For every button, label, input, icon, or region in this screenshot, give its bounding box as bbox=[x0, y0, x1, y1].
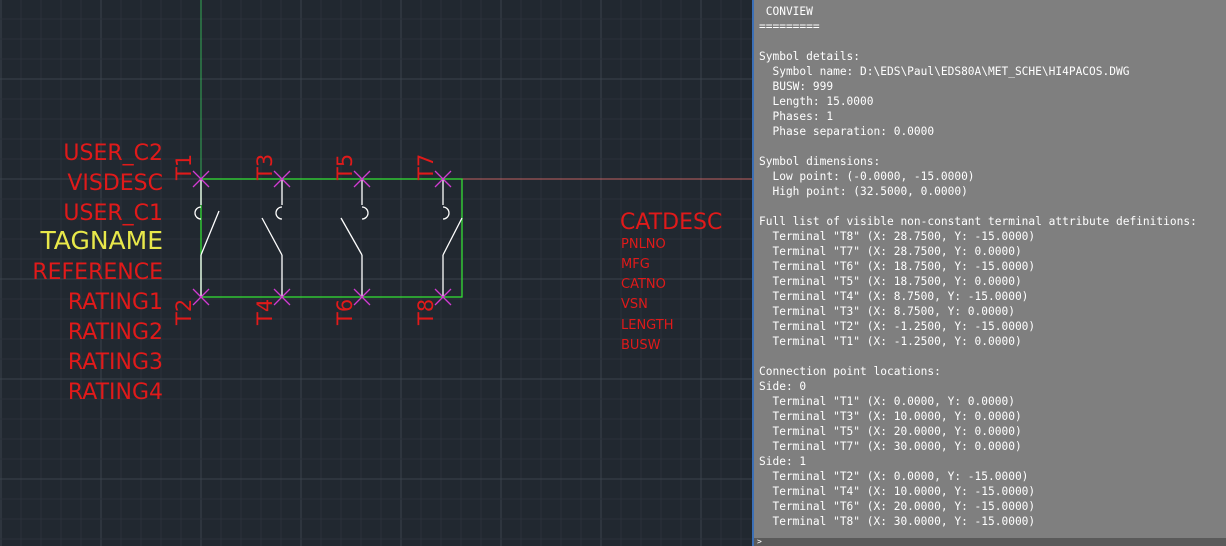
command-output-line: Terminal "T3" (X: 8.7500, Y: 0.0000) bbox=[759, 305, 1015, 318]
command-output-line: Terminal "T7" (X: 30.0000, Y: 0.0000) bbox=[759, 440, 1022, 453]
command-output-line: Symbol details: bbox=[759, 50, 861, 63]
attr-pnlno: PNLNO bbox=[621, 237, 666, 252]
terminal-label-t7: T7 bbox=[414, 154, 438, 181]
attr-busw: BUSW bbox=[621, 338, 661, 353]
attr-rating3: RATING3 bbox=[68, 350, 163, 375]
command-output-line: Terminal "T2" (X: 0.0000, Y: -15.0000) bbox=[759, 470, 1029, 483]
command-output-line: Terminal "T5" (X: 18.7500, Y: 0.0000) bbox=[759, 275, 1022, 288]
attr-rating4: RATING4 bbox=[68, 380, 163, 405]
command-output-line: High point: (32.5000, 0.0000) bbox=[759, 185, 968, 198]
command-output-line: Length: 15.0000 bbox=[759, 95, 874, 108]
attr-catdesc: CATDESC bbox=[620, 210, 722, 235]
attr-length: LENGTH bbox=[621, 318, 674, 333]
command-output-line: Phases: 1 bbox=[759, 110, 834, 123]
command-output-line: BUSW: 999 bbox=[759, 80, 834, 93]
command-output-line: Terminal "T3" (X: 10.0000, Y: 0.0000) bbox=[759, 410, 1022, 423]
terminal-label-t3: T3 bbox=[253, 154, 277, 181]
attr-mfg: MFG bbox=[621, 257, 650, 272]
command-output-line: Full list of visible non-constant termin… bbox=[759, 215, 1197, 228]
command-output-line bbox=[759, 349, 1224, 364]
command-output-line: Terminal "T6" (X: 18.7500, Y: -15.0000) bbox=[759, 260, 1036, 273]
attr-vsn: VSN bbox=[621, 297, 648, 312]
command-output-line: Side: 1 bbox=[759, 455, 807, 468]
command-output-line: Terminal "T8" (X: 28.7500, Y: -15.0000) bbox=[759, 230, 1036, 243]
command-line-bar[interactable]: > bbox=[754, 538, 1226, 546]
left-attribute-stack: USER_C2 VISDESC USER_C1 TAGNAME REFERENC… bbox=[32, 141, 163, 405]
cad-application: T1 T3 T5 T7 T2 T4 T6 T8 USER_C2 VISDESC … bbox=[0, 0, 1226, 546]
command-output-line: Terminal "T5" (X: 20.0000, Y: 0.0000) bbox=[759, 425, 1022, 438]
attr-user-c1: USER_C1 bbox=[63, 201, 163, 226]
attr-reference: REFERENCE bbox=[32, 260, 163, 285]
command-output-line: Low point: (-0.0000, -15.0000) bbox=[759, 170, 975, 183]
attr-catno: CATNO bbox=[621, 277, 666, 292]
drawing-svg[interactable]: T1 T3 T5 T7 T2 T4 T6 T8 USER_C2 VISDESC … bbox=[0, 0, 752, 546]
command-output-line bbox=[759, 34, 1224, 49]
command-output-line: Side: 0 bbox=[759, 380, 807, 393]
command-output-line: ========= bbox=[759, 20, 820, 33]
command-output-line: CONVIEW bbox=[759, 5, 813, 18]
terminal-markers bbox=[192, 170, 452, 306]
command-output-line: Symbol name: D:\EDS\Paul\EDS80A\MET_SCHE… bbox=[759, 65, 1130, 78]
command-output-line: Terminal "T6" (X: 20.0000, Y: -15.0000) bbox=[759, 500, 1036, 513]
terminal-label-t5: T5 bbox=[333, 154, 357, 181]
terminal-label-t6: T6 bbox=[333, 299, 357, 326]
terminal-label-t2: T2 bbox=[172, 299, 196, 326]
command-output-line: Phase separation: 0.0000 bbox=[759, 125, 935, 138]
command-output-line: Terminal "T1" (X: -1.2500, Y: 0.0000) bbox=[759, 335, 1022, 348]
attr-rating2: RATING2 bbox=[68, 320, 163, 345]
drawing-canvas[interactable]: T1 T3 T5 T7 T2 T4 T6 T8 USER_C2 VISDESC … bbox=[0, 0, 752, 546]
attr-user-c2: USER_C2 bbox=[63, 141, 163, 166]
attr-rating1: RATING1 bbox=[68, 290, 163, 315]
command-output-line: Connection point locations: bbox=[759, 365, 941, 378]
command-output-line: Terminal "T1" (X: 0.0000, Y: 0.0000) bbox=[759, 395, 1015, 408]
attr-visdesc: VISDESC bbox=[67, 171, 163, 196]
command-output: CONVIEW ========= Symbol details: Symbol n… bbox=[759, 4, 1224, 536]
command-output-line bbox=[759, 199, 1224, 214]
command-output-line: Terminal "T2" (X: -1.2500, Y: -15.0000) bbox=[759, 320, 1036, 333]
command-output-line: Terminal "T8" (X: 30.0000, Y: -15.0000) bbox=[759, 515, 1036, 528]
attr-tagname: TAGNAME bbox=[39, 226, 163, 255]
command-prompt: > bbox=[757, 537, 762, 546]
command-text-window[interactable]: CONVIEW ========= Symbol details: Symbol n… bbox=[752, 0, 1226, 546]
command-output-line: Terminal "T4" (X: 10.0000, Y: -15.0000) bbox=[759, 485, 1036, 498]
terminal-label-t8: T8 bbox=[414, 299, 438, 326]
command-output-line: Symbol dimensions: bbox=[759, 155, 881, 168]
command-output-line: Terminal "T7" (X: 28.7500, Y: 0.0000) bbox=[759, 245, 1022, 258]
terminal-label-t1: T1 bbox=[172, 154, 196, 181]
command-output-line bbox=[759, 139, 1224, 154]
right-attribute-stack: CATDESC PNLNO MFG CATNO VSN LENGTH BUSW bbox=[620, 210, 722, 353]
command-output-line: Terminal "T4" (X: 8.7500, Y: -15.0000) bbox=[759, 290, 1029, 303]
terminal-label-t4: T4 bbox=[253, 299, 277, 326]
